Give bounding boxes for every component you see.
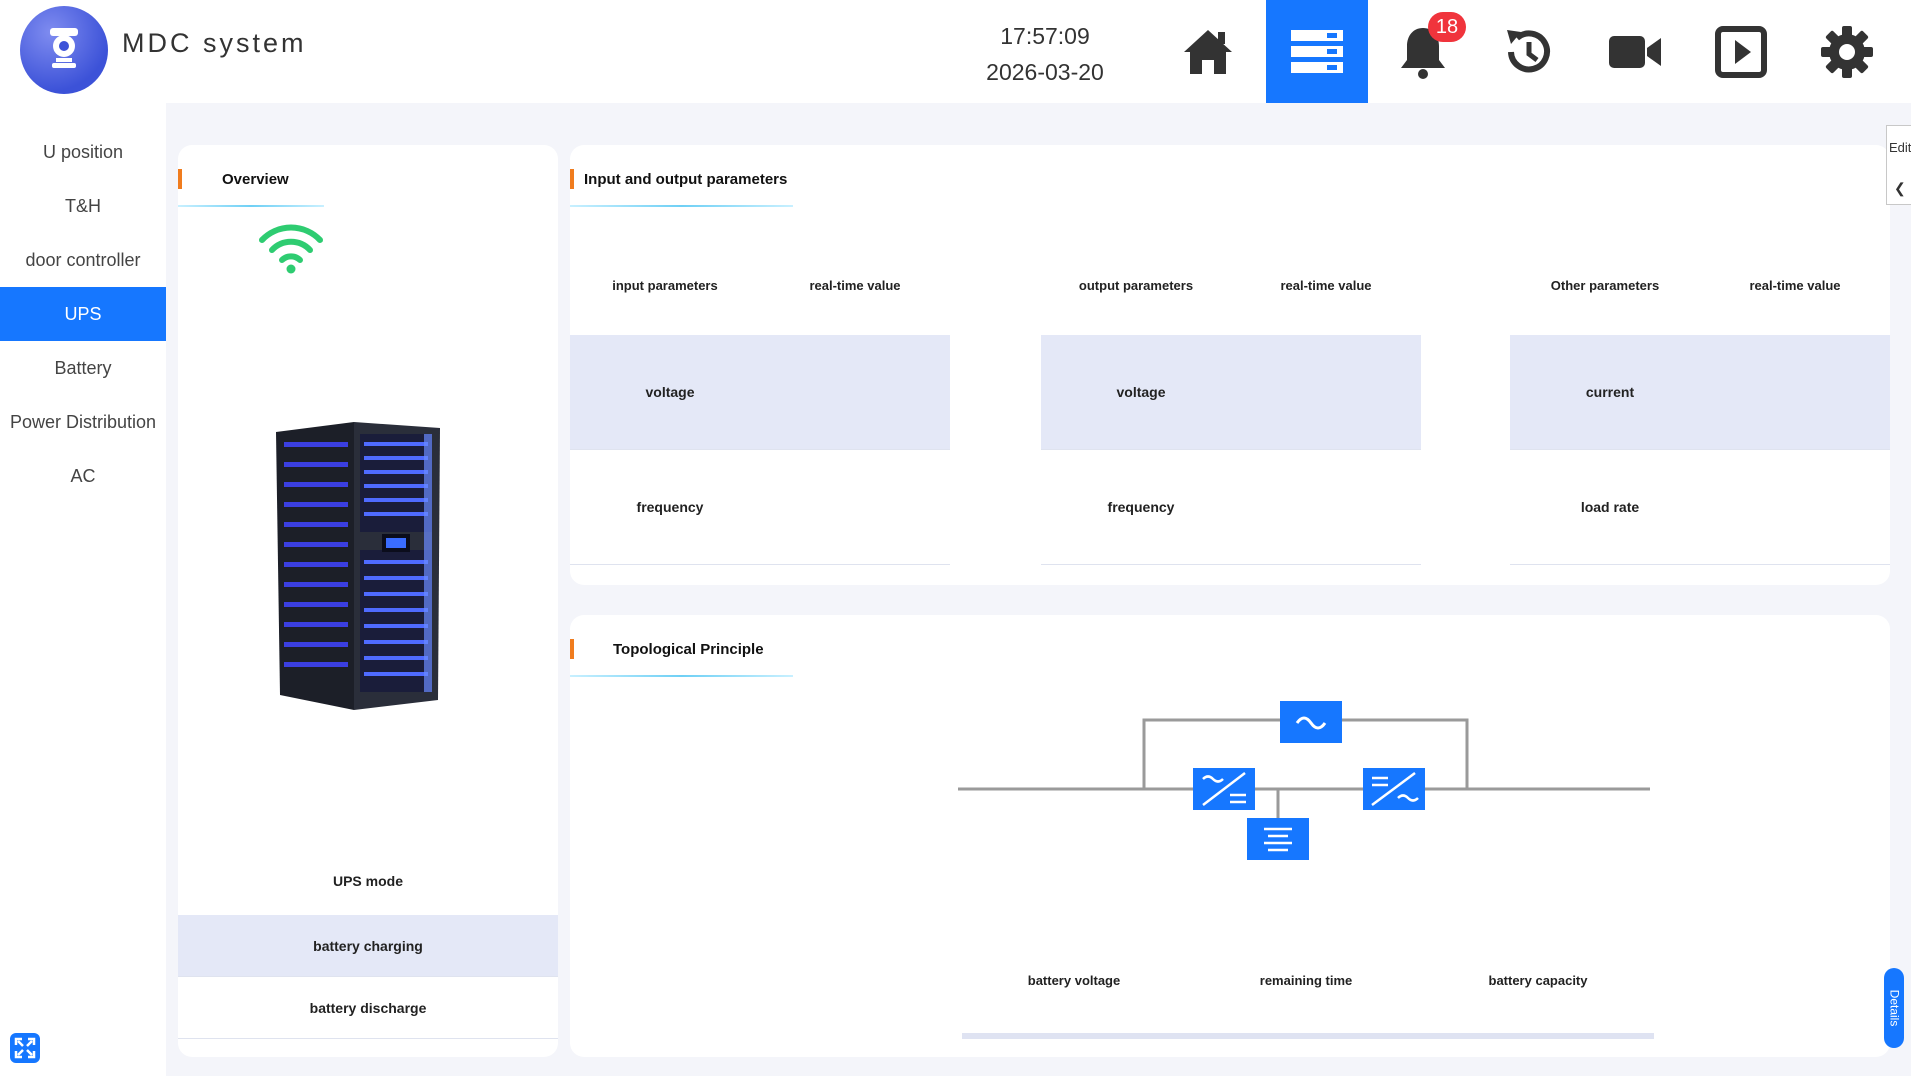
app-logo — [20, 6, 108, 94]
battery-discharge-row: battery discharge — [178, 977, 558, 1039]
overview-title: Overview — [222, 171, 289, 188]
details-tab[interactable]: Details — [1884, 968, 1904, 1048]
battery-voltage-label: battery voltage — [1027, 973, 1121, 988]
wifi-icon — [259, 224, 323, 274]
sidebar-item-battery[interactable]: Battery — [0, 341, 166, 395]
battery-metrics: battery voltage remaining time battery c… — [958, 973, 1654, 988]
ups-mode-label: UPS mode — [332, 873, 403, 889]
top-header: MDC system 17:57:09 2026-03-20 18 — [0, 0, 1911, 103]
title-accent-bar — [570, 169, 574, 189]
nav-alarms-button[interactable]: 18 — [1372, 0, 1474, 103]
title-accent-bar — [570, 639, 574, 659]
ups-cabinet-image — [276, 422, 440, 710]
input-parameters-table: input parameters real-time value voltage… — [570, 235, 950, 565]
column-header: real-time value — [809, 277, 901, 293]
sidebar-item-door-controller[interactable]: door controller — [0, 233, 166, 287]
io-parameters-card: Input and output parameters input parame… — [570, 145, 1890, 585]
nav-devices-button[interactable] — [1266, 0, 1368, 103]
nav-history-button[interactable] — [1478, 0, 1580, 103]
other-parameters-table: Other parameters real-time value current… — [1510, 235, 1890, 565]
divider — [962, 1033, 1654, 1039]
bypass-block — [1280, 701, 1342, 743]
nav-playback-button[interactable] — [1690, 0, 1792, 103]
overview-card: Overview UPS mode battery charging batte… — [178, 145, 558, 1057]
edit-tab-label: Edit — [1889, 140, 1911, 155]
column-header: real-time value — [1280, 277, 1372, 293]
history-icon — [1507, 29, 1550, 72]
column-header: output parameters — [1078, 277, 1194, 293]
expand-icon — [14, 1037, 36, 1059]
param-label: frequency — [636, 499, 704, 515]
app-title: MDC system — [122, 28, 307, 58]
video-camera-icon — [1609, 35, 1661, 68]
sidebar-item-ac[interactable]: AC — [0, 449, 166, 503]
chevron-left-icon: ❮ — [1894, 180, 1906, 196]
nav-settings-button[interactable] — [1796, 0, 1898, 103]
edit-panel-tab[interactable]: Edit ❮ — [1886, 125, 1911, 205]
topology-title: Topological Principle — [613, 641, 764, 658]
table-header: Other parameters real-time value — [1510, 235, 1890, 335]
server-list-icon — [1291, 29, 1343, 73]
topology-card: Topological Principle battery voltage re… — [570, 615, 1890, 1057]
battery-block — [1247, 818, 1309, 860]
sidebar: U position T&H door controller UPS Batte… — [0, 103, 166, 1076]
io-title: Input and output parameters — [584, 171, 788, 188]
title-underline — [178, 205, 324, 207]
inverter-block — [1363, 768, 1425, 810]
home-icon — [1184, 29, 1232, 74]
table-row: frequency — [1041, 450, 1421, 565]
table-row: frequency — [570, 450, 950, 565]
camera-logo-icon — [50, 28, 78, 68]
table-row: voltage — [570, 335, 950, 450]
sidebar-item-th[interactable]: T&H — [0, 179, 166, 233]
table-header: output parameters real-time value — [1041, 235, 1421, 335]
param-label: current — [1585, 384, 1635, 400]
table-row: current — [1510, 335, 1890, 450]
clock-time: 17:57:09 — [1000, 23, 1090, 49]
alarm-count-badge: 18 — [1428, 12, 1466, 42]
column-header: Other parameters — [1550, 277, 1660, 293]
title-accent-bar — [178, 169, 182, 189]
nav-video-button[interactable] — [1584, 0, 1686, 103]
sidebar-item-power-distribution[interactable]: Power Distribution — [0, 395, 166, 449]
battery-charging-row: battery charging — [178, 915, 558, 977]
output-parameters-table: output parameters real-time value voltag… — [1041, 235, 1421, 565]
param-label: voltage — [645, 384, 695, 400]
sidebar-item-u-position[interactable]: U position — [0, 125, 166, 179]
clock: 17:57:09 2026-03-20 — [960, 18, 1130, 90]
ups-topology-diagram — [958, 701, 1650, 860]
nav-home-button[interactable] — [1157, 0, 1259, 103]
battery-capacity-label: battery capacity — [1488, 973, 1588, 988]
param-label: frequency — [1107, 499, 1175, 515]
column-header: real-time value — [1749, 277, 1841, 293]
fullscreen-button[interactable] — [10, 1033, 40, 1063]
title-underline — [570, 675, 793, 677]
playback-icon — [1715, 25, 1767, 78]
table-header: input parameters real-time value — [570, 235, 950, 335]
gear-icon — [1821, 25, 1873, 78]
param-label: load rate — [1580, 499, 1640, 515]
table-row: voltage — [1041, 335, 1421, 450]
sidebar-item-ups[interactable]: UPS — [0, 287, 166, 341]
clock-date: 2026-03-20 — [986, 59, 1104, 85]
param-label: voltage — [1116, 384, 1166, 400]
rectifier-block — [1193, 768, 1255, 810]
details-tab-label: Details — [1887, 989, 1901, 1027]
title-underline — [570, 205, 793, 207]
table-row: load rate — [1510, 450, 1890, 565]
remaining-time-label: remaining time — [1259, 973, 1353, 988]
column-header: input parameters — [612, 277, 718, 293]
